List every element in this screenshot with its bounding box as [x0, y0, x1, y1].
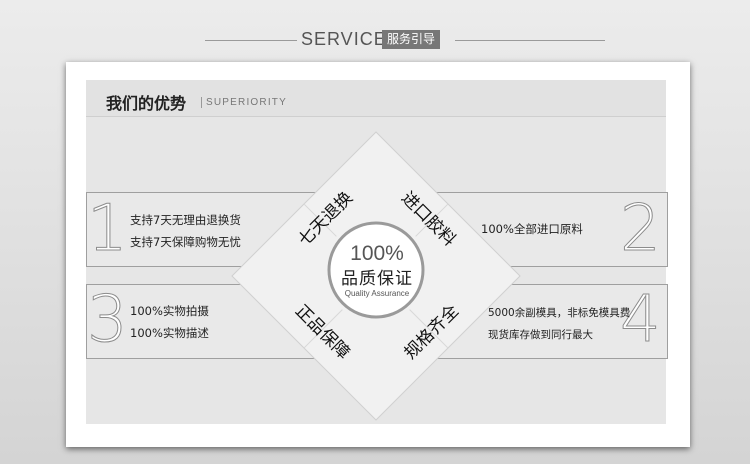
center-percent: 100%	[350, 242, 404, 265]
diamond-graphic	[231, 131, 521, 421]
center-subtitle: Quality Assurance	[344, 289, 410, 298]
center-title: 品质保证	[341, 269, 413, 289]
